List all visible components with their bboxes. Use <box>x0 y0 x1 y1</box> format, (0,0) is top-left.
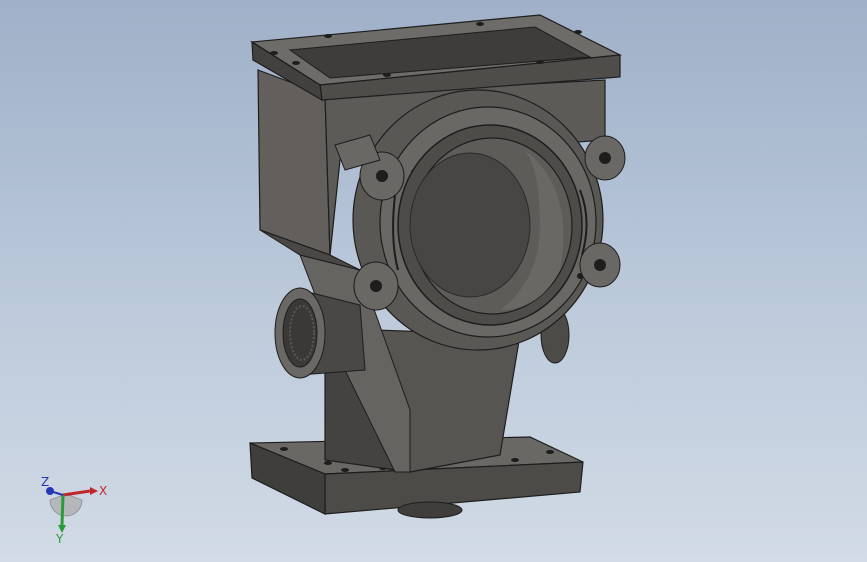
x-axis-arrow <box>90 487 98 495</box>
bolt-hole <box>599 152 611 164</box>
triad-sphere <box>49 493 83 517</box>
base-boss <box>397 501 463 519</box>
bolt-hole <box>370 280 382 292</box>
flange-hole <box>574 30 582 34</box>
flange-hole <box>476 22 484 26</box>
z-axis-label: Z <box>41 475 49 489</box>
bore-inner-wall <box>409 152 531 298</box>
flange-hole <box>536 60 544 64</box>
y-axis-label: Y <box>55 532 64 545</box>
bolt-hole <box>594 259 606 271</box>
gearbox-housing-model[interactable] <box>0 0 867 562</box>
pin-hole <box>577 273 583 279</box>
base-hole <box>324 461 332 465</box>
base-hole <box>280 447 288 451</box>
base-hole <box>341 468 349 472</box>
x-axis-line <box>62 489 91 497</box>
flange-hole <box>292 61 300 65</box>
flange-hole <box>270 51 278 55</box>
side-port-thread <box>282 298 318 368</box>
y-axis-line <box>60 494 65 526</box>
base-hole <box>511 458 519 462</box>
x-axis-label: X <box>99 484 107 498</box>
flange-hole <box>324 34 332 38</box>
graphics-viewport[interactable]: X Y Z <box>0 0 867 562</box>
base-hole <box>546 450 554 454</box>
orientation-triad[interactable]: X Y Z <box>30 470 110 545</box>
flange-hole <box>383 73 391 77</box>
bolt-hole <box>376 170 388 182</box>
